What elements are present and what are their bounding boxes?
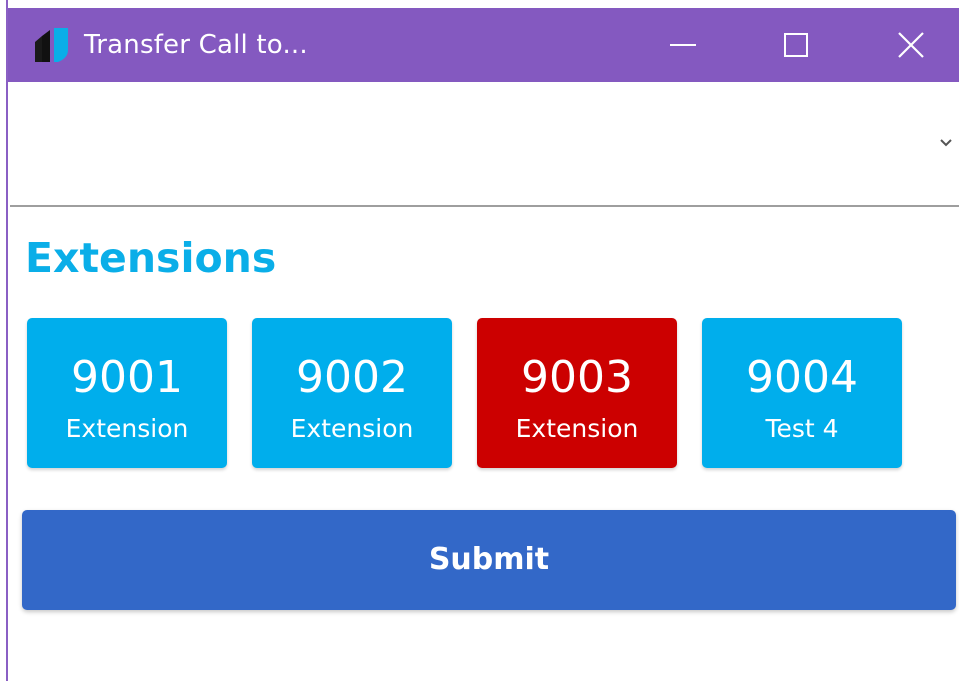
submit-button[interactable]: Submit [22,510,956,610]
transfer-target-dropdown[interactable] [10,82,959,207]
extension-tile-9004[interactable]: 9004 Test 4 [702,318,902,468]
window-left-border [0,0,8,681]
extension-label: Extension [65,414,189,443]
close-icon [898,32,924,58]
transfer-call-window: Transfer Call to... Extensions 9001 Exte… [0,0,959,681]
extension-tile-9002[interactable]: 9002 Extension [252,318,452,468]
extension-number: 9004 [746,352,858,403]
maximize-icon [784,33,808,57]
close-button[interactable] [866,8,956,82]
minimize-icon [670,44,696,46]
extension-tile-9001[interactable]: 9001 Extension [27,318,227,468]
app-logo-icon [35,28,68,62]
chevron-down-icon[interactable] [939,136,953,148]
title-bar[interactable]: Transfer Call to... [8,8,959,82]
extension-label: Test 4 [765,414,839,443]
extension-label: Extension [515,414,639,443]
extension-number: 9003 [521,352,633,403]
extension-number: 9002 [296,352,408,403]
extension-number: 9001 [71,352,183,403]
window-top-border [8,0,959,8]
minimize-button[interactable] [638,8,728,82]
extension-label: Extension [290,414,414,443]
window-title: Transfer Call to... [84,30,308,60]
maximize-button[interactable] [751,8,841,82]
extensions-heading: Extensions [25,234,277,282]
extension-tile-9003[interactable]: 9003 Extension [477,318,677,468]
